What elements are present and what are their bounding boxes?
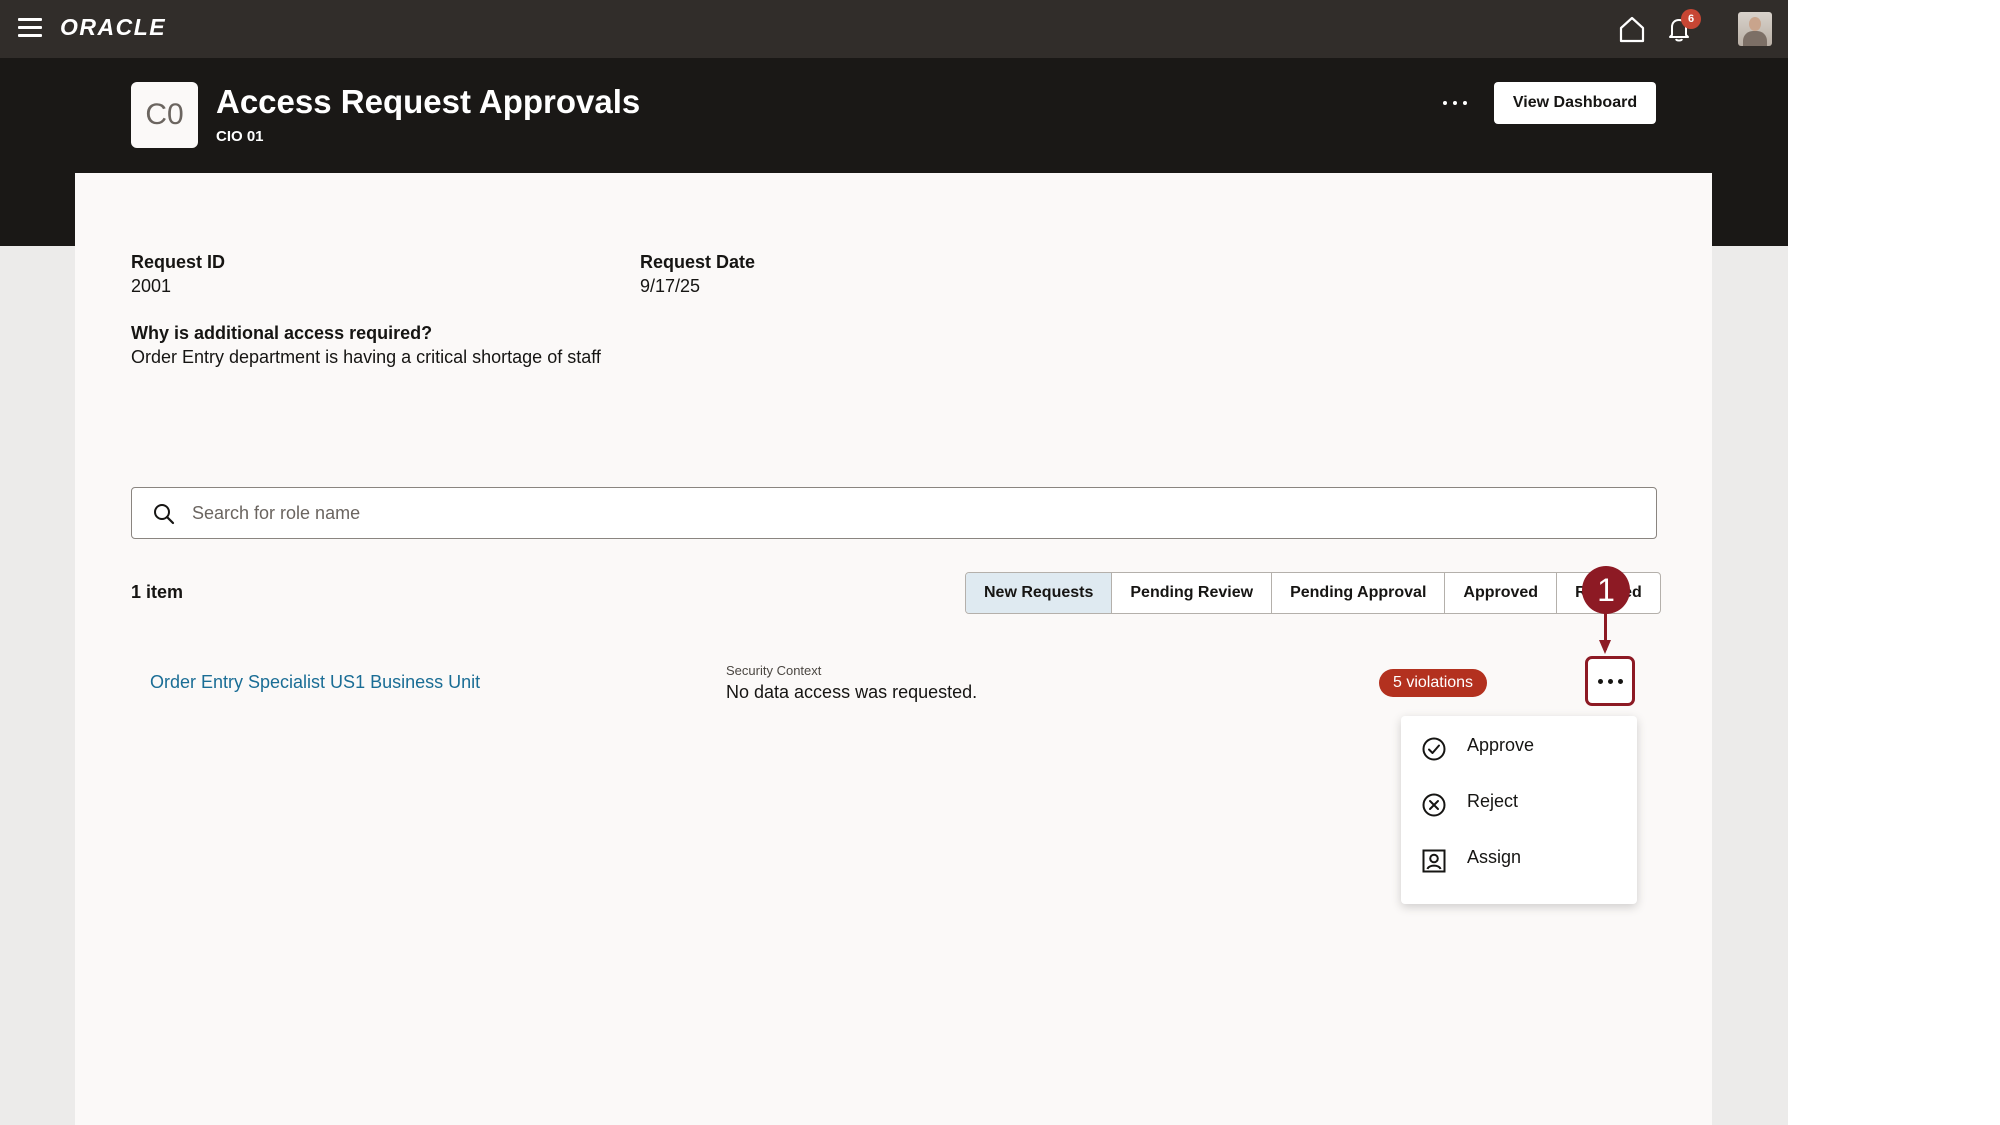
role-search-box bbox=[131, 487, 1657, 539]
search-input[interactable] bbox=[192, 496, 1632, 530]
menu-item-label: Reject bbox=[1467, 791, 1519, 811]
tab-pending-review[interactable]: Pending Review bbox=[1112, 573, 1273, 613]
x-circle-icon bbox=[1422, 793, 1446, 817]
request-date-value: 9/17/25 bbox=[640, 276, 701, 296]
home-icon[interactable] bbox=[1617, 14, 1647, 44]
tab-new-requests[interactable]: New Requests bbox=[966, 573, 1113, 613]
notification-count-badge: 6 bbox=[1681, 9, 1701, 29]
search-icon bbox=[154, 504, 175, 525]
tab-approved[interactable]: Approved bbox=[1445, 573, 1558, 613]
hamburger-menu-icon[interactable] bbox=[18, 18, 44, 38]
assign-user-icon bbox=[1422, 849, 1446, 873]
reason-value: Order Entry department is having a criti… bbox=[131, 347, 601, 367]
security-context-label: Security Context bbox=[726, 663, 822, 678]
violations-badge[interactable]: 5 violations bbox=[1379, 669, 1488, 697]
step-callout-badge: 1 bbox=[1582, 566, 1630, 614]
top-nav-bar: ORACLE 6 bbox=[0, 0, 1788, 58]
row-actions-button[interactable] bbox=[1585, 656, 1635, 706]
request-date-label: Request Date bbox=[640, 252, 756, 272]
role-name-link[interactable]: Order Entry Specialist US1 Business Unit bbox=[150, 672, 480, 693]
security-context-value: No data access was requested. bbox=[726, 682, 978, 702]
menu-item-approve[interactable]: Approve bbox=[1401, 718, 1637, 774]
row-actions-menu: Approve Reject Assign bbox=[1401, 716, 1637, 904]
callout-pointer-tip bbox=[1599, 640, 1611, 654]
view-dashboard-button[interactable]: View Dashboard bbox=[1494, 82, 1656, 124]
page-title: Access Request Approvals bbox=[216, 83, 641, 120]
tab-pending-approval[interactable]: Pending Approval bbox=[1272, 573, 1446, 613]
menu-item-assign[interactable]: Assign bbox=[1401, 830, 1637, 886]
check-circle-icon bbox=[1422, 737, 1446, 761]
oracle-logo: ORACLE bbox=[60, 14, 167, 40]
menu-item-label: Approve bbox=[1467, 735, 1535, 755]
page-overflow-menu-icon[interactable] bbox=[1440, 88, 1470, 118]
reason-label: Why is additional access required? bbox=[131, 323, 433, 343]
item-count: 1 item bbox=[131, 582, 184, 602]
request-id-label: Request ID bbox=[131, 252, 226, 272]
status-tabs: New Requests Pending Review Pending Appr… bbox=[965, 572, 1661, 614]
menu-item-label: Assign bbox=[1467, 847, 1522, 867]
avatar[interactable] bbox=[1738, 12, 1772, 46]
page-subtitle: CIO 01 bbox=[216, 128, 264, 145]
request-id-value: 2001 bbox=[131, 276, 172, 296]
app-window: ORACLE 6 C0 Access Request Approvals CIO… bbox=[0, 0, 1788, 1125]
app-tile: C0 bbox=[131, 82, 198, 148]
content-card bbox=[75, 173, 1712, 1125]
menu-item-reject[interactable]: Reject bbox=[1401, 774, 1637, 830]
